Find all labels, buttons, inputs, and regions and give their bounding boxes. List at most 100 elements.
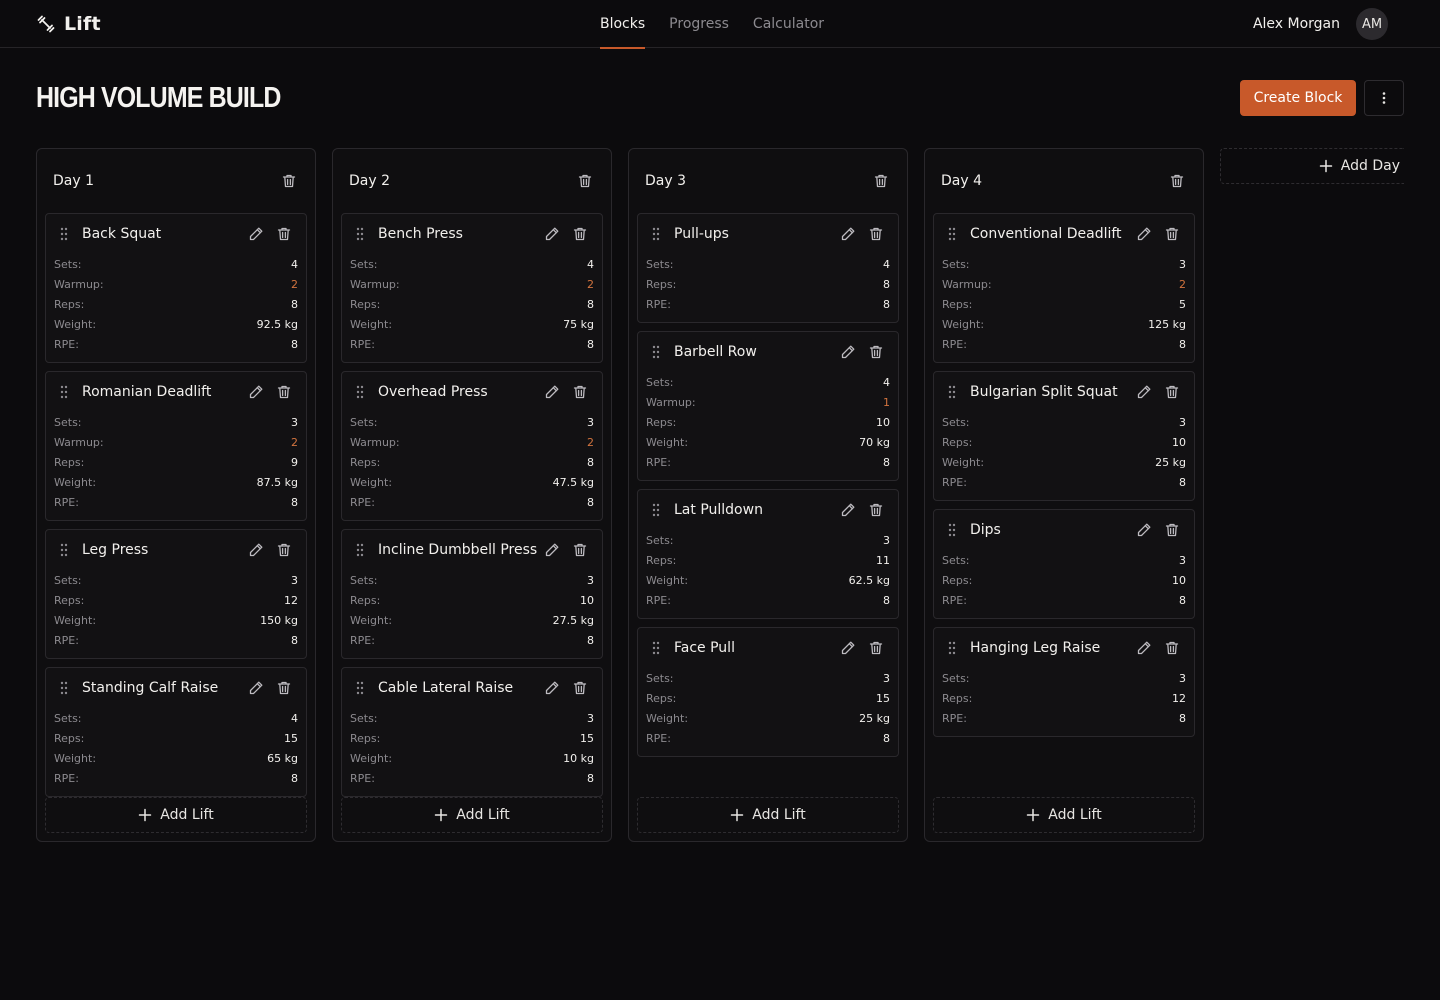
lift-name: Lat Pulldown — [674, 502, 763, 518]
delete-lift-button[interactable] — [866, 342, 886, 362]
drag-handle[interactable] — [948, 522, 960, 538]
edit-lift-button[interactable] — [1134, 224, 1154, 244]
delete-lift-button[interactable] — [274, 382, 294, 402]
delete-day-button[interactable] — [1167, 171, 1187, 191]
delete-day-button[interactable] — [279, 171, 299, 191]
create-block-button[interactable]: Create Block — [1240, 80, 1356, 116]
add-lift-button[interactable]: Add Lift — [933, 797, 1195, 833]
drag-handle[interactable] — [652, 640, 664, 656]
lift-card[interactable]: Back Squat Sets: 4 Warmup: 2 Reps: 8 Weight: 92.… — [45, 213, 307, 363]
lift-stat-reps: Reps: 12 — [942, 688, 1186, 708]
lift-card[interactable]: Incline Dumbbell Press Sets: 3 Reps: 10 Weigh… — [341, 529, 603, 659]
lift-card[interactable]: Conventional Deadlift Sets: 3 Warmup: 2 Reps:… — [933, 213, 1195, 363]
lift-stat-sets: Sets: 4 — [646, 254, 890, 274]
add-lift-button[interactable]: Add Lift — [45, 797, 307, 833]
lift-card[interactable]: Lat Pulldown Sets: 3 Reps: 11 Weight: 62.5 kg R… — [637, 489, 899, 619]
edit-lift-button[interactable] — [246, 382, 266, 402]
delete-lift-button[interactable] — [274, 224, 294, 244]
pencil-icon — [1137, 385, 1151, 399]
edit-lift-button[interactable] — [542, 678, 562, 698]
stat-value: 10 — [1172, 573, 1186, 587]
edit-lift-button[interactable] — [246, 678, 266, 698]
drag-handle[interactable] — [356, 384, 368, 400]
delete-lift-button[interactable] — [1162, 638, 1182, 658]
drag-handle[interactable] — [948, 226, 960, 242]
lift-card[interactable]: Cable Lateral Raise Sets: 3 Reps: 15 Weight: 1… — [341, 667, 603, 797]
more-options-button[interactable] — [1364, 80, 1404, 116]
lift-card[interactable]: Standing Calf Raise Sets: 4 Reps: 15 Weight: 6… — [45, 667, 307, 797]
drag-handle[interactable] — [948, 384, 960, 400]
delete-lift-button[interactable] — [274, 540, 294, 560]
delete-day-button[interactable] — [575, 171, 595, 191]
lift-name: Incline Dumbbell Press — [378, 542, 538, 558]
stat-label: Weight: — [350, 317, 393, 331]
edit-lift-button[interactable] — [1134, 382, 1154, 402]
add-lift-button[interactable]: Add Lift — [637, 797, 899, 833]
avatar[interactable]: AM — [1356, 8, 1388, 40]
stat-value: 3 — [587, 415, 594, 429]
delete-lift-button[interactable] — [1162, 382, 1182, 402]
nav-calculator[interactable]: Calculator — [753, 0, 824, 48]
lift-stat-reps: Reps: 9 — [54, 452, 298, 472]
edit-lift-button[interactable] — [838, 342, 858, 362]
user-menu[interactable]: Alex Morgan AM — [1253, 8, 1388, 40]
delete-lift-button[interactable] — [866, 638, 886, 658]
delete-lift-button[interactable] — [274, 678, 294, 698]
drag-handle[interactable] — [948, 640, 960, 656]
lift-card[interactable]: Hanging Leg Raise Sets: 3 Reps: 12 RPE: 8 — [933, 627, 1195, 737]
drag-handle[interactable] — [356, 542, 368, 558]
drag-handle[interactable] — [60, 384, 72, 400]
lift-card[interactable]: Dips Sets: 3 Reps: 10 RPE: 8 — [933, 509, 1195, 619]
lift-stat-sets: Sets: 3 — [646, 530, 890, 550]
drag-handle-icon — [60, 543, 68, 557]
nav-blocks[interactable]: Blocks — [600, 0, 646, 49]
delete-lift-button[interactable] — [866, 500, 886, 520]
edit-lift-button[interactable] — [246, 540, 266, 560]
drag-handle[interactable] — [652, 344, 664, 360]
lift-card[interactable]: Romanian Deadlift Sets: 3 Warmup: 2 Reps: 9 Wei… — [45, 371, 307, 521]
lift-actions — [246, 224, 294, 244]
edit-lift-button[interactable] — [542, 224, 562, 244]
delete-lift-button[interactable] — [570, 224, 590, 244]
lift-card[interactable]: Pull-ups Sets: 4 Reps: 8 RPE: 8 — [637, 213, 899, 323]
lift-card[interactable]: Overhead Press Sets: 3 Warmup: 2 Reps: 8 Weight… — [341, 371, 603, 521]
lift-stat-warmup: Warmup: 2 — [54, 432, 298, 452]
edit-lift-button[interactable] — [1134, 638, 1154, 658]
add-lift-button[interactable]: Add Lift — [341, 797, 603, 833]
edit-lift-button[interactable] — [838, 224, 858, 244]
lift-stat-weight: Weight: 27.5 kg — [350, 610, 594, 630]
delete-lift-button[interactable] — [1162, 520, 1182, 540]
add-day-button[interactable]: Add Day — [1220, 148, 1404, 184]
drag-handle[interactable] — [652, 502, 664, 518]
edit-lift-button[interactable] — [838, 500, 858, 520]
lift-card[interactable]: Face Pull Sets: 3 Reps: 15 Weight: 25 kg RPE: 8 — [637, 627, 899, 757]
nav-progress[interactable]: Progress — [669, 0, 729, 48]
delete-day-button[interactable] — [871, 171, 891, 191]
delete-lift-button[interactable] — [1162, 224, 1182, 244]
edit-lift-button[interactable] — [1134, 520, 1154, 540]
drag-handle[interactable] — [356, 680, 368, 696]
lift-stat-sets: Sets: 3 — [942, 412, 1186, 432]
drag-handle[interactable] — [60, 542, 72, 558]
delete-lift-button[interactable] — [866, 224, 886, 244]
edit-lift-button[interactable] — [246, 224, 266, 244]
stat-label: Reps: — [350, 455, 381, 469]
delete-lift-button[interactable] — [570, 382, 590, 402]
drag-handle[interactable] — [356, 226, 368, 242]
lift-stat-weight: Weight: 65 kg — [54, 748, 298, 768]
lift-card[interactable]: Bulgarian Split Squat Sets: 3 Reps: 10 Weight… — [933, 371, 1195, 501]
edit-lift-button[interactable] — [542, 540, 562, 560]
app-logo[interactable]: Lift — [36, 12, 101, 36]
delete-lift-button[interactable] — [570, 678, 590, 698]
stat-label: Warmup: — [350, 277, 400, 291]
delete-lift-button[interactable] — [570, 540, 590, 560]
edit-lift-button[interactable] — [542, 382, 562, 402]
lift-card[interactable]: Bench Press Sets: 4 Warmup: 2 Reps: 8 Weight: 75… — [341, 213, 603, 363]
lift-card[interactable]: Barbell Row Sets: 4 Warmup: 1 Reps: 10 Weight: 7… — [637, 331, 899, 481]
drag-handle[interactable] — [652, 226, 664, 242]
drag-handle[interactable] — [60, 680, 72, 696]
edit-lift-button[interactable] — [838, 638, 858, 658]
drag-handle[interactable] — [60, 226, 72, 242]
lift-card[interactable]: Leg Press Sets: 3 Reps: 12 Weight: 150 kg RPE: 8 — [45, 529, 307, 659]
pencil-icon — [545, 543, 559, 557]
